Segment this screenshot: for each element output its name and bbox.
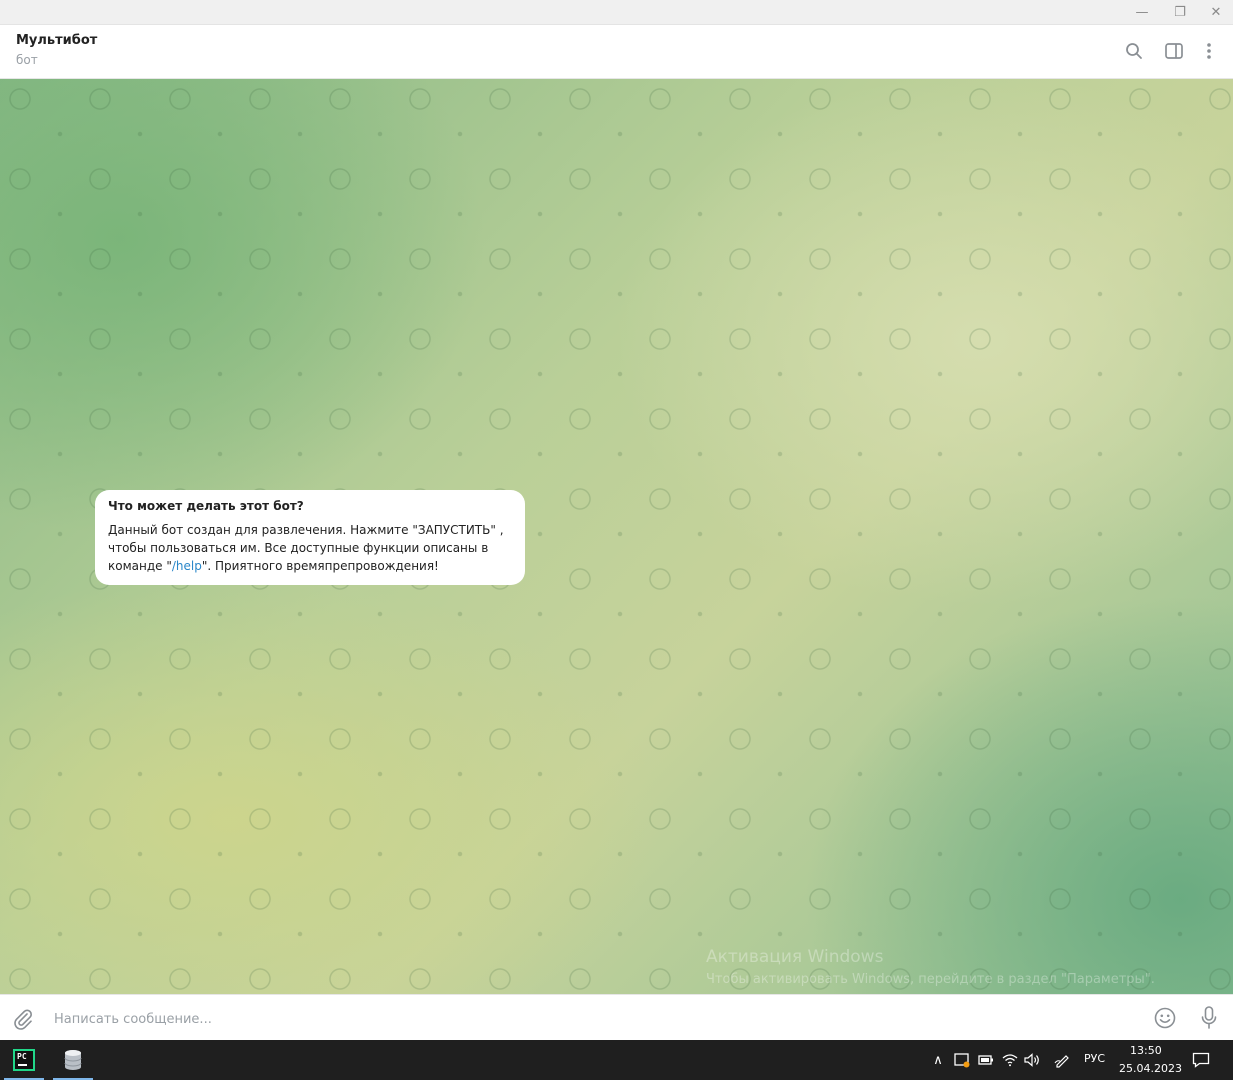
more-vertical-icon[interactable] [1197,39,1221,63]
tray-chevron-icon[interactable]: ∧ [928,1050,948,1070]
minimize-button[interactable]: — [1124,0,1160,24]
side-panel-icon[interactable] [1162,39,1186,63]
pycharm-logo-text: PC [17,1052,27,1061]
message-composer [0,994,1233,1041]
chat-background[interactable]: Что может делать этот бот? Данный бот со… [0,79,1233,994]
chat-header[interactable]: Мультибот бот [0,25,1233,79]
pen-icon[interactable] [1052,1050,1072,1070]
bubble-text: Данный бот создан для развлечения. Нажми… [108,521,512,575]
windows-activation-title: Активация Windows [706,947,884,967]
language-indicator[interactable]: РУС [1084,1052,1105,1065]
paperclip-icon[interactable] [10,1006,36,1032]
chat-status: бот [16,53,38,67]
microphone-icon[interactable] [1196,1005,1222,1031]
database-taskbar-button[interactable] [51,1040,95,1080]
message-input[interactable] [52,1005,1126,1033]
database-icon [64,1050,82,1070]
windows-taskbar: PC ∧ РУС 13:50 25.04.2023 [0,1040,1233,1080]
chat-title[interactable]: Мультибот [16,33,97,48]
bot-description-bubble: Что может делать этот бот? Данный бот со… [95,490,525,585]
wifi-icon[interactable] [1000,1050,1020,1070]
clock-time[interactable]: 13:50 [1130,1044,1162,1057]
battery-icon[interactable] [976,1050,996,1070]
clock-date[interactable]: 25.04.2023 [1119,1062,1182,1075]
bubble-title: Что может делать этот бот? [108,499,304,513]
help-command-link[interactable]: /help [172,559,202,573]
close-button[interactable]: ✕ [1198,0,1233,24]
pycharm-icon: PC [13,1049,35,1071]
search-icon[interactable] [1122,39,1146,63]
windows-activation-text: Чтобы активировать Windows, перейдите в … [706,972,1155,987]
security-alert-icon[interactable] [952,1050,972,1070]
restore-button[interactable]: ❐ [1162,0,1198,24]
notification-icon[interactable] [1190,1049,1212,1071]
emoji-icon[interactable] [1152,1005,1178,1031]
pycharm-taskbar-button[interactable]: PC [2,1040,46,1080]
window-titlebar: — ❐ ✕ [0,0,1233,25]
bubble-text-part2: ". Приятного времяпрепровождения! [201,559,439,573]
volume-icon[interactable] [1022,1050,1042,1070]
